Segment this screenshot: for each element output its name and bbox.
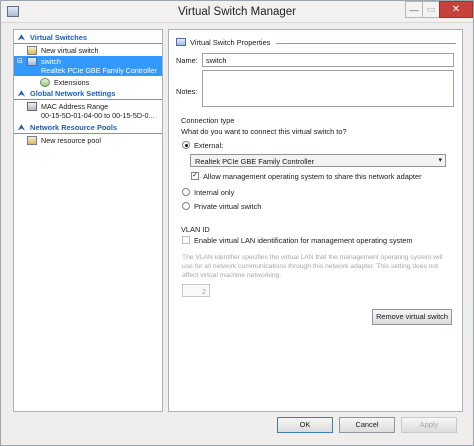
apply-button[interactable]: Apply bbox=[401, 417, 457, 433]
extensions-icon bbox=[40, 78, 50, 87]
tree-item-label: New virtual switch bbox=[41, 46, 99, 55]
mac-address-icon bbox=[27, 102, 37, 111]
vlan-id-input[interactable]: 2 bbox=[182, 284, 210, 297]
minimize-icon[interactable]: — bbox=[405, 1, 423, 18]
cancel-button[interactable]: Cancel bbox=[339, 417, 395, 433]
tree-item-new-resource-pool[interactable]: New resource pool bbox=[14, 135, 162, 146]
tree-item-label: New resource pool bbox=[41, 136, 101, 145]
collapse-icon[interactable]: ⮝ bbox=[18, 32, 25, 43]
section-virtual-switches[interactable]: ⮝ Virtual Switches bbox=[14, 32, 162, 44]
maximize-icon[interactable]: ▭ bbox=[422, 1, 440, 18]
chevron-down-icon: ▾ bbox=[438, 157, 442, 164]
network-switch-icon bbox=[27, 57, 37, 66]
tree-item-sublabel: 00-15-5D-01-04-00 to 00-15-5D-0... bbox=[41, 111, 155, 120]
private-label: Private virtual switch bbox=[194, 202, 262, 211]
properties-header: Virtual Switch Properties bbox=[176, 36, 456, 48]
title-bar: Virtual Switch Manager — ▭ ✕ bbox=[1, 1, 473, 23]
new-switch-icon bbox=[27, 46, 37, 55]
tree-item-label: MAC Address Range bbox=[41, 102, 109, 111]
vlan-heading: VLAN ID bbox=[181, 225, 210, 234]
vlan-description: The VLAN identifier specifies the virtua… bbox=[182, 254, 443, 279]
adapter-selected-value: Realtek PCIe GBE Family Controller bbox=[195, 157, 315, 166]
enable-vlan-label: Enable virtual LAN identification for ma… bbox=[194, 236, 413, 245]
external-label: External: bbox=[194, 141, 224, 150]
tree-item-mac-address-range[interactable]: MAC Address Range 00-15-5D-01-04-00 to 0… bbox=[14, 101, 162, 121]
internal-radio[interactable] bbox=[182, 188, 190, 196]
external-radio[interactable] bbox=[182, 141, 190, 149]
notes-label: Notes: bbox=[176, 87, 198, 96]
new-pool-icon bbox=[27, 136, 37, 145]
properties-panel: Virtual Switch Properties Name: switch N… bbox=[168, 29, 463, 412]
private-radio[interactable] bbox=[182, 202, 190, 210]
network-switch-icon bbox=[176, 38, 186, 46]
virtual-switch-manager-window: Virtual Switch Manager — ▭ ✕ ⮝ Virtual S… bbox=[0, 0, 474, 446]
allow-management-label: Allow management operating system to sha… bbox=[203, 172, 422, 181]
allow-management-checkbox[interactable]: ✓ bbox=[191, 172, 199, 180]
tree-item-label: Extensions bbox=[54, 78, 90, 87]
notes-textarea[interactable] bbox=[202, 70, 454, 107]
window-title: Virtual Switch Manager bbox=[177, 6, 297, 18]
collapse-icon[interactable]: ⮝ bbox=[18, 122, 25, 133]
section-label: Global Network Settings bbox=[30, 89, 116, 98]
navigation-tree: ⮝ Virtual Switches New virtual switch ⊟ … bbox=[13, 29, 163, 412]
section-label: Virtual Switches bbox=[30, 33, 87, 42]
section-label: Network Resource Pools bbox=[30, 123, 118, 132]
expand-icon[interactable]: ⊟ bbox=[17, 57, 23, 65]
remove-virtual-switch-button[interactable]: Remove virtual switch bbox=[372, 309, 452, 325]
tree-item-label: switch bbox=[41, 57, 61, 66]
tree-item-sublabel: Realtek PCIe GBE Family Controller bbox=[41, 66, 157, 75]
tree-item-extensions[interactable]: Extensions bbox=[14, 77, 162, 88]
connection-type-heading: Connection type bbox=[181, 116, 235, 125]
section-network-resource-pools[interactable]: ⮝ Network Resource Pools bbox=[14, 122, 162, 134]
section-global-network-settings[interactable]: ⮝ Global Network Settings bbox=[14, 88, 162, 100]
name-label: Name: bbox=[176, 56, 198, 65]
tree-item-switch[interactable]: ⊟ switch Realtek PCIe GBE Family Control… bbox=[14, 56, 162, 76]
connection-question: What do you want to connect this virtual… bbox=[181, 127, 347, 136]
internal-label: Internal only bbox=[194, 188, 235, 197]
close-icon[interactable]: ✕ bbox=[439, 1, 473, 18]
divider bbox=[276, 43, 456, 44]
adapter-dropdown[interactable]: Realtek PCIe GBE Family Controller ▾ bbox=[190, 154, 446, 167]
tree-item-new-virtual-switch[interactable]: New virtual switch bbox=[14, 45, 162, 56]
name-input[interactable]: switch bbox=[202, 53, 454, 67]
collapse-icon[interactable]: ⮝ bbox=[18, 88, 25, 99]
enable-vlan-checkbox[interactable] bbox=[182, 236, 190, 244]
ok-button[interactable]: OK bbox=[277, 417, 333, 433]
properties-title: Virtual Switch Properties bbox=[190, 38, 271, 47]
